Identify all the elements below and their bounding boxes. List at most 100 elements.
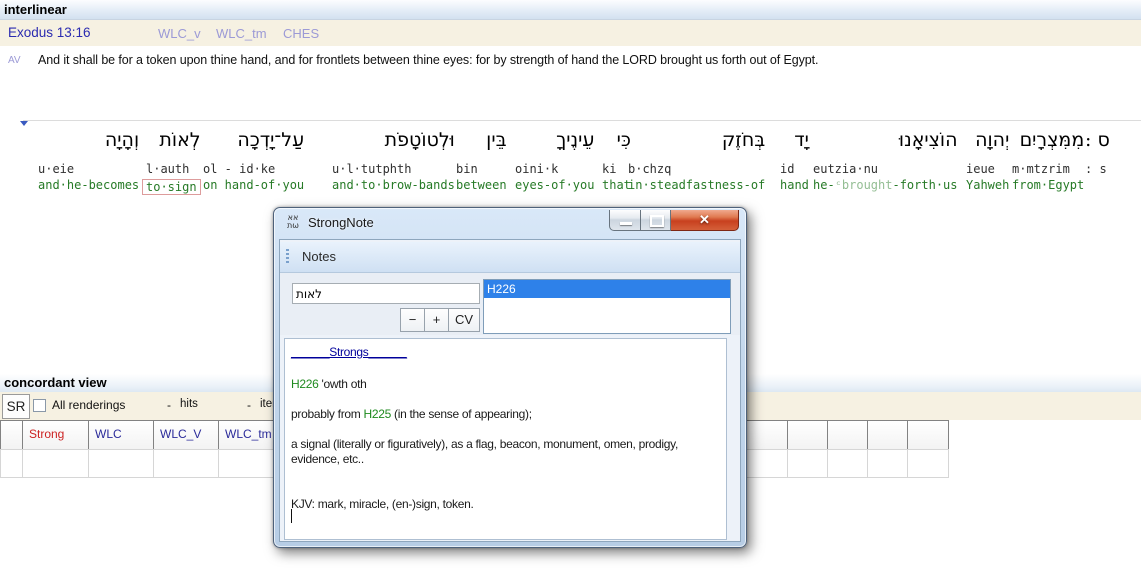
- transliteration-text: ki: [602, 162, 631, 178]
- verse-reference[interactable]: Exodus 13:16: [8, 25, 91, 40]
- table-cell: [745, 449, 788, 478]
- transliteration-text: bin: [456, 162, 507, 178]
- hebrew-text: בֵּין: [456, 129, 507, 162]
- interlinear-word[interactable]: וְהָיָהu·eieand·he-becomes: [38, 129, 139, 192]
- sr-button[interactable]: SR: [2, 394, 30, 419]
- gloss-text: eyes-of·you: [515, 178, 594, 192]
- note-line: a signal (literally or figuratively), as…: [291, 437, 719, 467]
- interlinear-word[interactable]: כִּיkithat: [602, 129, 631, 192]
- hebrew-text: יָד: [780, 129, 809, 162]
- gloss-text: that: [602, 178, 631, 192]
- table-header-cell[interactable]: [907, 420, 949, 450]
- hebrew-text: מִמִּצְרָיִם: [1012, 129, 1084, 162]
- interlinear-word[interactable]: יְהוָהieueYahweh: [966, 129, 1009, 192]
- app-window: interlinear Exodus 13:16 WLC_v WLC_tm CH…: [0, 0, 1141, 581]
- table-header-cell[interactable]: WLC: [88, 420, 154, 450]
- concordant-view-title: concordant view: [4, 375, 107, 390]
- table-header-cell[interactable]: [787, 420, 828, 450]
- transliteration-text: u·l·tutphth: [332, 162, 455, 178]
- transliteration-text: b·chzq: [628, 162, 765, 178]
- strongs-link[interactable]: ______Strongs______: [291, 345, 407, 359]
- interlinear-word[interactable]: וּלְטוֹטָפֹתu·l·tutphthand·to·brow-bands: [332, 129, 455, 192]
- lexeme-input[interactable]: [292, 283, 480, 304]
- caption-buttons: ✕: [609, 210, 739, 231]
- gloss-text: hand: [780, 178, 809, 192]
- note-line: probably from H225 (in the sense of appe…: [291, 407, 719, 422]
- table-header-cell[interactable]: Strong: [22, 420, 89, 450]
- interlinear-word[interactable]: ס :: s: [1085, 129, 1110, 178]
- note-line: H226 'owth oth: [291, 377, 719, 392]
- close-icon: ✕: [671, 212, 738, 228]
- note-line: KJV: mark, miracle, (en-)sign, token.: [291, 497, 719, 512]
- decrement-button[interactable]: −: [400, 308, 425, 332]
- interlinear-word[interactable]: בֵּיןbinbetween: [456, 129, 507, 192]
- increment-button[interactable]: +: [424, 308, 449, 332]
- maximize-icon: [650, 215, 664, 227]
- transliteration-text: ieue: [966, 162, 1009, 178]
- column-header-label: WLC: [95, 427, 122, 441]
- toolbar-grip-icon[interactable]: [286, 249, 289, 265]
- table-cell: [787, 449, 828, 478]
- transliteration-text: ol - id·ke: [203, 162, 304, 178]
- dialog-title: StrongNote: [308, 215, 374, 230]
- selected-gloss-box: to·sign: [142, 179, 201, 195]
- gloss-text: on hand-of·you: [203, 178, 304, 192]
- interlinear-word[interactable]: לְאוֹתl·authto·sign: [146, 129, 201, 196]
- interlinear-word[interactable]: בְּחֹזֶקb·chzqin·steadfastness-of: [628, 129, 765, 192]
- hebrew-text: בְּחֹזֶק: [628, 129, 765, 162]
- interlinear-word[interactable]: עֵינֶיךָoini·keyes-of·you: [515, 129, 594, 192]
- notes-toolbar-label: Notes: [302, 249, 336, 264]
- interlinear-word[interactable]: יָדidhand: [780, 129, 809, 192]
- strongnote-dialog[interactable]: אא תω StrongNote ✕ Notes −+CV H226: [273, 207, 747, 548]
- table-header-cell[interactable]: [0, 420, 23, 450]
- table-cell: [0, 449, 23, 478]
- window-title: interlinear: [4, 2, 67, 17]
- stepper-buttons: −+CV: [400, 308, 479, 332]
- hebrew-text: כִּי: [602, 129, 631, 162]
- all-renderings-checkbox[interactable]: [33, 399, 46, 412]
- table-header-cell[interactable]: [867, 420, 908, 450]
- hebrew-text: עֵינֶיךָ: [515, 129, 594, 162]
- dropdown-arrow-icon[interactable]: [20, 121, 28, 126]
- maximize-button[interactable]: [641, 210, 671, 231]
- close-button[interactable]: ✕: [671, 210, 739, 231]
- strongs-list[interactable]: H226: [483, 279, 731, 334]
- note-editor[interactable]: ______Strongs______ H226 'owth oth probab…: [284, 338, 727, 540]
- version-label[interactable]: AV: [8, 55, 21, 66]
- gloss-text: and·he-becomes: [38, 178, 139, 192]
- interlinear-word[interactable]: מִמִּצְרָיִםm·mtzrimfrom·Egypt: [1012, 129, 1084, 192]
- window-titlebar[interactable]: interlinear: [0, 0, 1141, 20]
- transliteration-text: id: [780, 162, 809, 178]
- table-header-cell[interactable]: WLC_V: [153, 420, 219, 450]
- minimize-button[interactable]: [609, 210, 641, 231]
- column-header-label: Strong: [29, 427, 64, 441]
- gloss-text: Yahweh: [966, 178, 1009, 192]
- column-header-label: WLC_tm: [225, 427, 272, 441]
- table-header-cell[interactable]: [745, 420, 788, 450]
- gloss-text: in·steadfastness-of: [628, 178, 765, 192]
- hebrew-text: הוֹצִיאָנוּ: [813, 129, 958, 162]
- transliteration-text: u·eie: [38, 162, 139, 178]
- verse-text: And it shall be for a token upon thine h…: [38, 53, 818, 67]
- column-header-label: WLC_V: [160, 427, 201, 441]
- nav-link-wlc-v[interactable]: WLC_v: [158, 26, 201, 41]
- table-cell: [153, 449, 219, 478]
- hebrew-text: לְאוֹת: [146, 129, 201, 162]
- hebrew-text: וְהָיָה: [38, 129, 139, 162]
- interlinear-word[interactable]: הוֹצִיאָנוּeutzia·nuhe-ᶜbrought-forth·us: [813, 129, 958, 192]
- verse-row: AV And it shall be for a token upon thin…: [0, 52, 1141, 74]
- table-header-cell[interactable]: [827, 420, 868, 450]
- all-renderings-label: All renderings: [52, 398, 125, 412]
- notes-toolbar[interactable]: Notes: [280, 242, 740, 273]
- table-cell: [867, 449, 908, 478]
- nav-link-ches[interactable]: CHES: [283, 26, 319, 41]
- nav-link-wlc-tm[interactable]: WLC_tm: [216, 26, 267, 41]
- gloss-text: and·to·brow-bands: [332, 178, 455, 192]
- interlinear-divider: [23, 120, 1141, 121]
- interlinear-word[interactable]: עַל־יָדְכָהol - id·keon hand-of·you: [203, 129, 304, 192]
- strongs-list-item[interactable]: H226: [484, 280, 730, 298]
- items-count: -: [247, 398, 251, 412]
- dialog-client-area: Notes −+CV H226 ______Strongs______ H226…: [279, 239, 741, 542]
- cv-button[interactable]: CV: [448, 308, 480, 332]
- minimize-icon: [620, 222, 632, 225]
